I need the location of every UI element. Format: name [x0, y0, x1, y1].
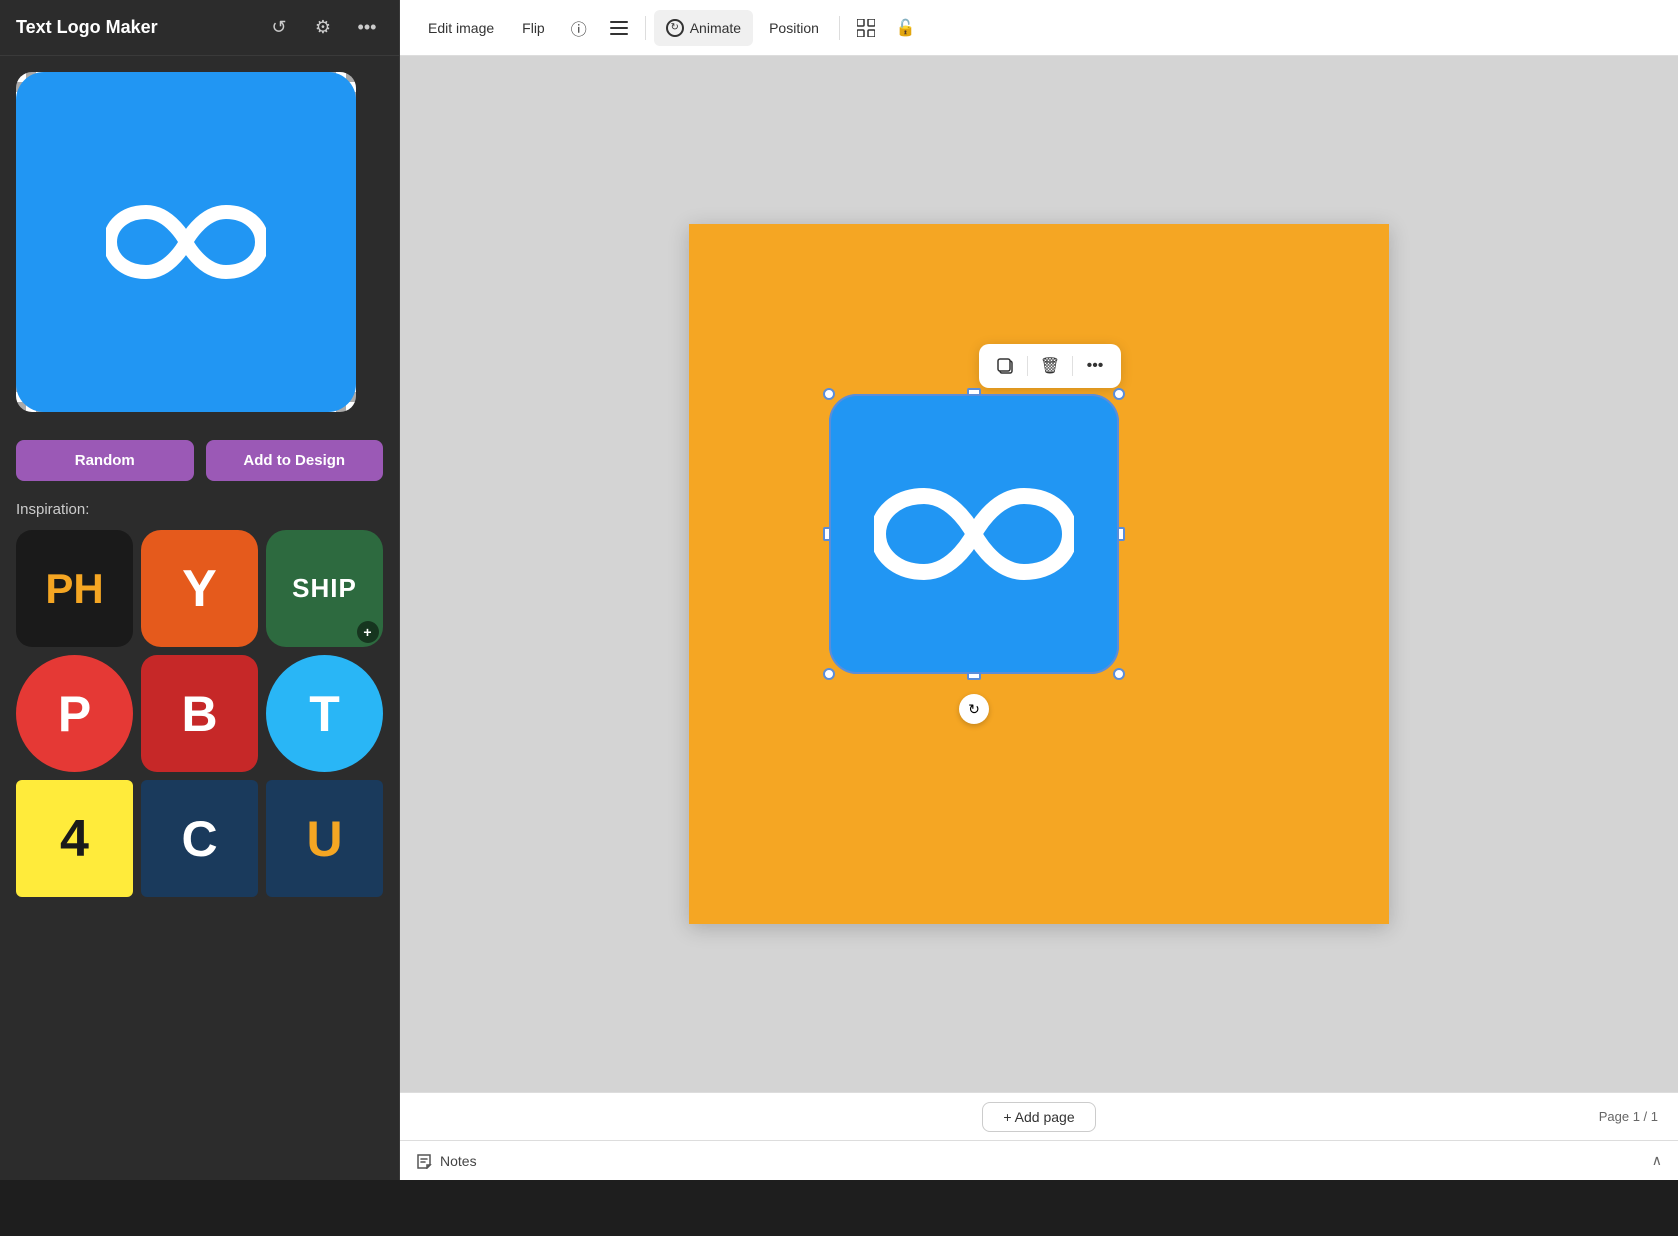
list-item[interactable]: Y [141, 530, 258, 647]
list-item[interactable]: U [266, 780, 383, 897]
grid-icon[interactable] [848, 10, 884, 46]
sidebar-topbar: Text Logo Maker ↺ ⚙ ••• [0, 0, 399, 56]
action-button-row: Random Add to Design [0, 428, 399, 493]
handle-bottom-left[interactable] [823, 668, 835, 680]
ctx-more-button[interactable]: ••• [1077, 348, 1113, 384]
animate-button[interactable]: ↻ Animate [654, 10, 753, 46]
inspiration-label: Inspiration: [16, 501, 383, 518]
preview-image-container [16, 72, 356, 412]
bottom-bar: + Add page Page 1 / 1 [400, 1092, 1678, 1140]
preview-area [0, 56, 399, 428]
info-icon[interactable]: ⓘ [561, 10, 597, 46]
canvas-scroll[interactable]: 🗑 ••• [400, 56, 1678, 1092]
selected-logo-element[interactable]: ↻ [829, 394, 1119, 674]
infinity-icon-preview [106, 202, 266, 282]
selection-border [829, 394, 1119, 674]
preview-image [16, 72, 356, 412]
list-item[interactable]: PH [16, 530, 133, 647]
settings-icon[interactable]: ⚙ [307, 12, 339, 44]
edit-image-button[interactable]: Edit image [416, 10, 506, 46]
context-toolbar: 🗑 ••• [979, 344, 1121, 388]
more-options-icon[interactable]: ••• [351, 12, 383, 44]
handle-mid-right[interactable] [1117, 527, 1125, 541]
refresh-icon[interactable]: ↺ [263, 12, 295, 44]
flip-button[interactable]: Flip [510, 10, 557, 46]
handle-top-left[interactable] [823, 388, 835, 400]
design-canvas[interactable]: 🗑 ••• [689, 224, 1389, 924]
position-button[interactable]: Position [757, 10, 831, 46]
list-item[interactable]: C [141, 780, 258, 897]
list-item[interactable]: 4 [16, 780, 133, 897]
list-item[interactable]: SHIP + [266, 530, 383, 647]
animate-icon: ↻ [666, 19, 684, 37]
list-item[interactable]: P [16, 655, 133, 772]
inspiration-grid: PH Y SHIP + P B [16, 530, 383, 897]
random-button[interactable]: Random [16, 440, 194, 481]
toolbar-divider-1 [645, 16, 646, 40]
inspiration-section: Inspiration: PH Y SHIP + P [0, 493, 399, 913]
copy-button[interactable] [987, 348, 1023, 384]
handle-bottom-right[interactable] [1113, 668, 1125, 680]
page-indicator: Page 1 / 1 [1599, 1109, 1658, 1124]
add-page-button[interactable]: + Add page [982, 1102, 1095, 1132]
add-to-design-button[interactable]: Add to Design [206, 440, 384, 481]
ship-plus-icon: + [357, 621, 379, 643]
notes-bar: Notes ∧ [400, 1140, 1678, 1180]
toolbar-divider-2 [839, 16, 840, 40]
notes-icon [416, 1153, 432, 1169]
app-title: Text Logo Maker [16, 17, 251, 38]
list-item[interactable]: T [266, 655, 383, 772]
rotate-handle[interactable]: ↻ [959, 694, 989, 724]
lines-icon[interactable] [601, 10, 637, 46]
ctx-divider-2 [1072, 356, 1073, 376]
lock-icon[interactable]: 🔓 [888, 10, 924, 46]
canvas-toolbar: Edit image Flip ⓘ ↻ Animate Position [400, 0, 1678, 56]
notes-chevron[interactable]: ∧ [1652, 1152, 1662, 1169]
handle-mid-top[interactable] [967, 388, 981, 396]
handle-top-right[interactable] [1113, 388, 1125, 400]
handle-mid-left[interactable] [823, 527, 831, 541]
ctx-divider-1 [1027, 356, 1028, 376]
delete-button[interactable]: 🗑 [1032, 348, 1068, 384]
notes-label: Notes [440, 1153, 477, 1169]
handle-mid-bottom[interactable] [967, 672, 981, 680]
sidebar: Text Logo Maker ↺ ⚙ ••• Random Add to De… [0, 0, 400, 1180]
canvas-area: Edit image Flip ⓘ ↻ Animate Position [400, 0, 1678, 1180]
list-item[interactable]: B [141, 655, 258, 772]
